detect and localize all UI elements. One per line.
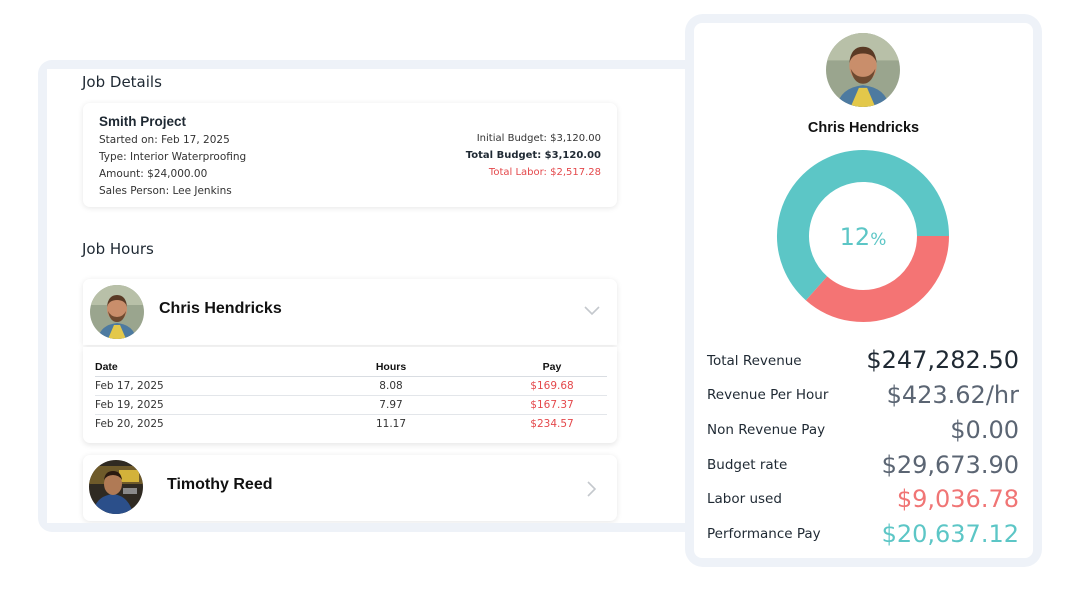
hours-table-card: Date Hours Pay Feb 17, 2025 8.08 $169.68… bbox=[83, 347, 617, 443]
employee-row-timothy-reed[interactable]: Timothy Reed bbox=[83, 455, 617, 521]
stat-label-revenue-per-hour: Revenue Per Hour bbox=[707, 387, 829, 403]
stat-value-non-revenue-pay: $0.00 bbox=[950, 416, 1019, 444]
total-budget: Total Budget: $3,120.00 bbox=[465, 150, 601, 161]
hours-table: Date Hours Pay Feb 17, 2025 8.08 $169.68… bbox=[95, 359, 607, 433]
job-summary-card: Smith Project Started on: Feb 17, 2025 T… bbox=[83, 103, 617, 207]
avatar bbox=[89, 460, 143, 514]
column-header-hours: Hours bbox=[285, 359, 497, 377]
started-on: Started on: Feb 17, 2025 bbox=[99, 134, 230, 146]
stat-label-budget-rate: Budget rate bbox=[707, 457, 788, 473]
row-pay: $169.68 bbox=[497, 376, 607, 396]
stat-value-budget-rate: $29,673.90 bbox=[881, 451, 1019, 479]
job-amount: Amount: $24,000.00 bbox=[99, 168, 208, 180]
stat-label-non-revenue-pay: Non Revenue Pay bbox=[707, 422, 826, 438]
job-hours-title: Job Hours bbox=[82, 240, 154, 258]
stat-value-labor-used: $9,036.78 bbox=[896, 485, 1019, 513]
row-hours: 8.08 bbox=[285, 376, 497, 396]
table-row: Feb 17, 2025 8.08 $169.68 bbox=[95, 376, 607, 396]
job-panel: Job Details Smith Project Started on: Fe… bbox=[47, 69, 707, 523]
chevron-right-icon[interactable] bbox=[587, 481, 597, 497]
row-hours: 7.97 bbox=[285, 395, 497, 415]
table-row: Feb 19, 2025 7.97 $167.37 bbox=[95, 395, 607, 415]
stat-value-total-revenue: $247,282.50 bbox=[866, 346, 1019, 374]
initial-budget: Initial Budget: $3,120.00 bbox=[476, 133, 601, 144]
job-details-title: Job Details bbox=[82, 73, 162, 91]
employee-name: Timothy Reed bbox=[167, 476, 273, 493]
stat-value-performance-pay: $20,637.12 bbox=[881, 520, 1019, 548]
row-hours: 11.17 bbox=[375, 417, 407, 430]
stat-label-labor-used: Labor used bbox=[707, 491, 782, 507]
profile-name: Chris Hendricks bbox=[807, 120, 920, 136]
donut-percent-label: 12% bbox=[840, 223, 887, 251]
job-type: Type: Interior Waterproofing bbox=[99, 151, 247, 163]
column-header-pay: Pay bbox=[497, 359, 607, 377]
row-date: Feb 19, 2025 bbox=[95, 395, 285, 415]
row-date: Feb 20, 2025 bbox=[95, 417, 164, 430]
donut-percent-sign: % bbox=[870, 230, 886, 250]
stat-value-revenue-per-hour: $423.62/hr bbox=[886, 381, 1019, 409]
donut-chart: 12% bbox=[777, 150, 949, 322]
stat-label-performance-pay: Performance Pay bbox=[707, 526, 821, 542]
row-date: Feb 17, 2025 bbox=[95, 376, 285, 396]
donut-percent-number: 12 bbox=[840, 223, 871, 251]
chevron-down-icon[interactable] bbox=[584, 306, 600, 316]
total-labor: Total Labor: $2,517.28 bbox=[488, 167, 601, 178]
profile-avatar bbox=[826, 33, 900, 107]
table-header-row: Date Hours Pay bbox=[95, 359, 607, 377]
sales-person: Sales Person: Lee Jenkins bbox=[99, 185, 232, 197]
project-name: Smith Project bbox=[99, 114, 187, 129]
profile-panel: Chris Hendricks 12% Total Revenue $247,2… bbox=[694, 23, 1033, 558]
row-pay: $167.37 bbox=[497, 395, 607, 415]
row-pay: $234.57 bbox=[530, 417, 574, 430]
column-header-date: Date bbox=[95, 359, 285, 377]
avatar bbox=[90, 285, 144, 339]
employee-name: Chris Hendricks bbox=[159, 300, 282, 317]
stat-label-total-revenue: Total Revenue bbox=[707, 353, 802, 369]
employee-row-chris-hendricks[interactable]: Chris Hendricks bbox=[83, 279, 617, 345]
table-row: Feb 20, 2025 11.17 $234.57 bbox=[95, 414, 607, 433]
